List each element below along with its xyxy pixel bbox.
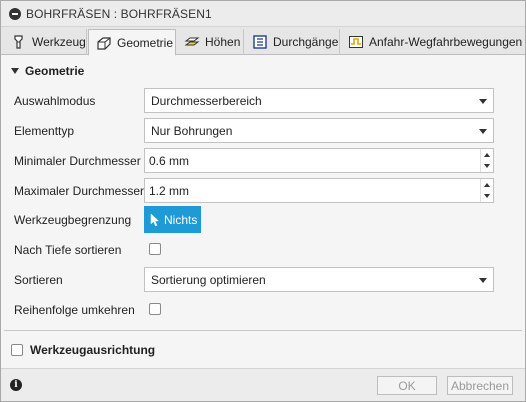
sort-by-depth-checkbox[interactable] — [149, 243, 161, 255]
tab-hoehen[interactable]: Höhen — [177, 29, 244, 55]
sort-value: Sortierung optimieren — [151, 272, 266, 287]
element-type-label: Elementtyp — [14, 124, 75, 138]
tab-geometrie[interactable]: Geometrie — [88, 29, 176, 56]
section-divider — [4, 330, 522, 331]
cursor-arrow-icon — [150, 212, 160, 226]
tab-durchgaenge[interactable]: Durchgänge — [245, 29, 340, 55]
tool-icon — [14, 35, 23, 49]
dialog: BOHRFRÄSEN : BOHRFRÄSEN1 Werkzeug Geomet… — [0, 0, 526, 402]
spin-up-icon[interactable] — [484, 153, 490, 157]
reverse-order-checkbox[interactable] — [149, 303, 161, 315]
reverse-order-label: Reihenfolge umkehren — [14, 303, 135, 317]
max-diameter-input[interactable]: 1.2 mm — [144, 178, 494, 203]
ok-button[interactable]: OK — [377, 376, 437, 395]
tab-label: Geometrie — [117, 35, 174, 50]
info-icon[interactable]: i — [10, 379, 22, 391]
dropdown-arrow-icon — [479, 278, 487, 283]
min-diameter-input[interactable]: 0.6 mm — [144, 148, 494, 173]
tab-bar: Werkzeug Geometrie Höhen Durchgänge Anfa… — [1, 27, 525, 56]
spin-down-icon[interactable] — [484, 194, 490, 198]
max-diameter-stepper[interactable] — [480, 179, 493, 202]
collapse-icon[interactable] — [9, 7, 21, 20]
min-diameter-label: Minimaler Durchmesser — [14, 154, 141, 168]
tool-boundary-select-button[interactable]: Nichts — [144, 206, 201, 233]
tab-label: Durchgänge — [273, 35, 339, 49]
selection-mode-value: Durchmesserbereich — [151, 93, 262, 108]
tab-werkzeug[interactable]: Werkzeug — [4, 29, 87, 55]
title-bar: BOHRFRÄSEN : BOHRFRÄSEN1 — [1, 1, 525, 27]
geometry-section-header[interactable]: Geometrie — [1, 61, 525, 81]
sort-dropdown[interactable]: Sortierung optimieren — [144, 267, 494, 292]
dropdown-arrow-icon — [479, 99, 487, 104]
spin-up-icon[interactable] — [484, 183, 490, 187]
tab-label: Anfahr-Wegfahrbewegungen — [369, 35, 523, 49]
element-type-value: Nur Bohrungen — [151, 123, 233, 138]
window-title: BOHRFRÄSEN : BOHRFRÄSEN1 — [26, 6, 212, 21]
tool-orientation-label: Werkzeugausrichtung — [30, 343, 156, 357]
passes-icon — [253, 35, 267, 49]
sort-by-depth-label: Nach Tiefe sortieren — [14, 243, 122, 257]
tool-boundary-button-label: Nichts — [164, 212, 198, 227]
tool-orientation-checkbox[interactable] — [11, 344, 23, 356]
linking-icon — [349, 36, 363, 48]
section-title: Geometrie — [25, 64, 85, 78]
dialog-footer: i OK Abbrechen — [1, 368, 525, 401]
dropdown-arrow-icon — [479, 129, 487, 134]
element-type-dropdown[interactable]: Nur Bohrungen — [144, 118, 494, 143]
max-diameter-value: 1.2 mm — [149, 183, 190, 198]
selection-mode-label: Auswahlmodus — [14, 94, 96, 108]
min-diameter-stepper[interactable] — [480, 149, 493, 172]
cancel-button[interactable]: Abbrechen — [447, 376, 513, 395]
tool-orientation-section[interactable]: Werkzeugausrichtung — [11, 343, 155, 357]
heights-icon — [184, 37, 200, 46]
tab-anfahr-wegfahrbewegungen[interactable]: Anfahr-Wegfahrbewegungen — [341, 29, 524, 55]
spin-down-icon[interactable] — [484, 164, 490, 168]
selection-mode-dropdown[interactable]: Durchmesserbereich — [144, 88, 494, 113]
collapse-triangle-icon — [11, 68, 19, 74]
tab-label: Werkzeug — [32, 35, 86, 49]
tool-boundary-label: Werkzeugbegrenzung — [14, 213, 132, 227]
min-diameter-value: 0.6 mm — [149, 153, 190, 168]
sort-label: Sortieren — [14, 273, 63, 287]
max-diameter-label: Maximaler Durchmesser — [14, 184, 145, 198]
tab-label: Höhen — [205, 35, 241, 49]
geometry-icon — [97, 36, 111, 50]
